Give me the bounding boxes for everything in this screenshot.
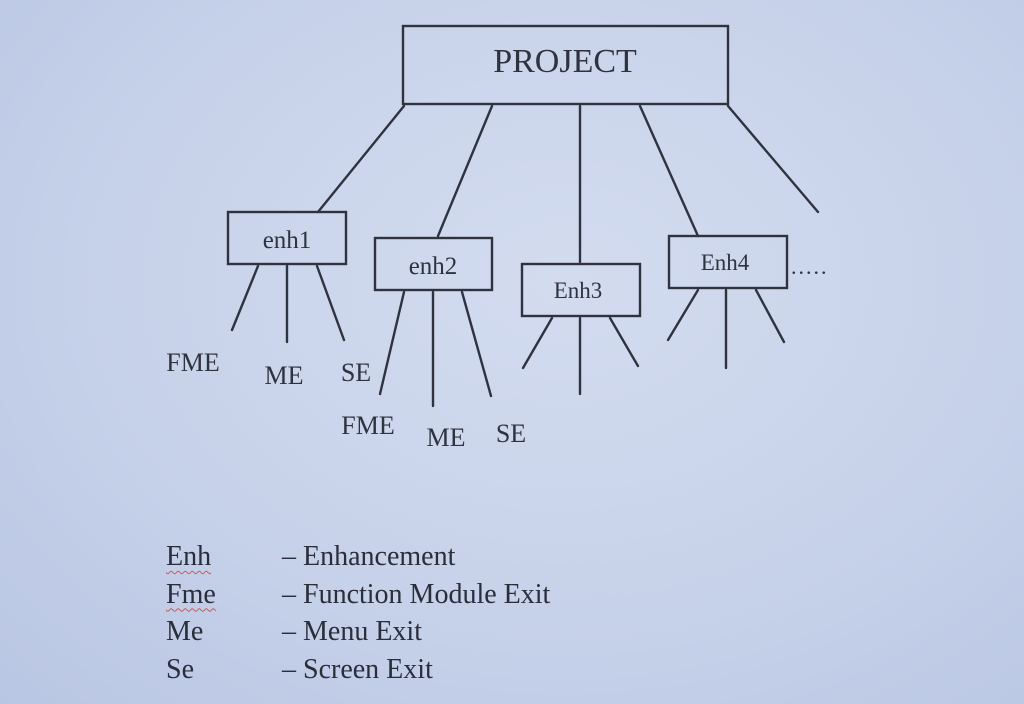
enh2-leaf-me: ME <box>427 423 466 452</box>
enh1-branch-right <box>315 264 346 342</box>
legend-abbr-me: Me <box>166 616 204 647</box>
enh2-leaf-fme: FME <box>341 411 394 440</box>
enhancement-node-enh1: enh1 FME ME SE <box>166 210 371 390</box>
enhancement-node-enh3: Enh3 <box>520 262 642 396</box>
enh2-branch-right <box>460 290 493 398</box>
enh1-leaf-se: SE <box>341 358 371 387</box>
enh1-leaf-fme: FME <box>166 348 219 377</box>
connector-root-enh4 <box>638 104 700 238</box>
root-node: PROJECT <box>401 24 730 106</box>
enh1-branch-left <box>230 264 260 332</box>
enhancement-node-enh4: Enh4 ..... <box>666 234 829 370</box>
enh1-label: enh1 <box>263 227 312 254</box>
root-node-label: PROJECT <box>493 43 637 80</box>
enh2-branch-left <box>378 290 406 396</box>
legend-row-enh: Enh – Enhancement <box>166 538 550 576</box>
connector-root-enh2 <box>436 104 494 238</box>
enhancement-node-enh2: enh2 FME ME SE <box>341 236 526 452</box>
legend-row-fme: Fme – Function Module Exit <box>166 576 550 614</box>
connector-root-enh1 <box>316 104 406 214</box>
enh2-leaf-se: SE <box>496 419 526 448</box>
legend-definition-se: – Screen Exit <box>282 653 433 685</box>
legend-definition-me: – Menu Exit <box>282 616 422 647</box>
enh3-label: Enh3 <box>554 278 603 303</box>
legend-definition-enh: – Enhancement <box>282 541 456 572</box>
legend: Enh – Enhancement Fme – Function Module … <box>166 538 550 688</box>
enh2-label: enh2 <box>409 253 458 280</box>
enh4-branch-right <box>754 288 786 344</box>
legend-definition-fme: – Function Module Exit <box>282 578 551 610</box>
legend-abbr-se: Se <box>166 653 194 685</box>
legend-row-se: Se – Screen Exit <box>166 651 550 689</box>
legend-abbr-enh: Enh <box>166 541 212 572</box>
legend-abbr-fme: Fme <box>166 578 216 610</box>
enh3-branch-right <box>608 316 640 368</box>
enh4-branch-left <box>666 288 700 342</box>
connector-root-more <box>726 104 820 214</box>
enh4-label: Enh4 <box>701 250 750 275</box>
legend-row-me: Me – Menu Exit <box>166 613 550 651</box>
more-nodes-ellipsis: ..... <box>791 254 829 279</box>
enh1-leaf-me: ME <box>265 361 304 390</box>
enh3-branch-left <box>521 316 554 370</box>
